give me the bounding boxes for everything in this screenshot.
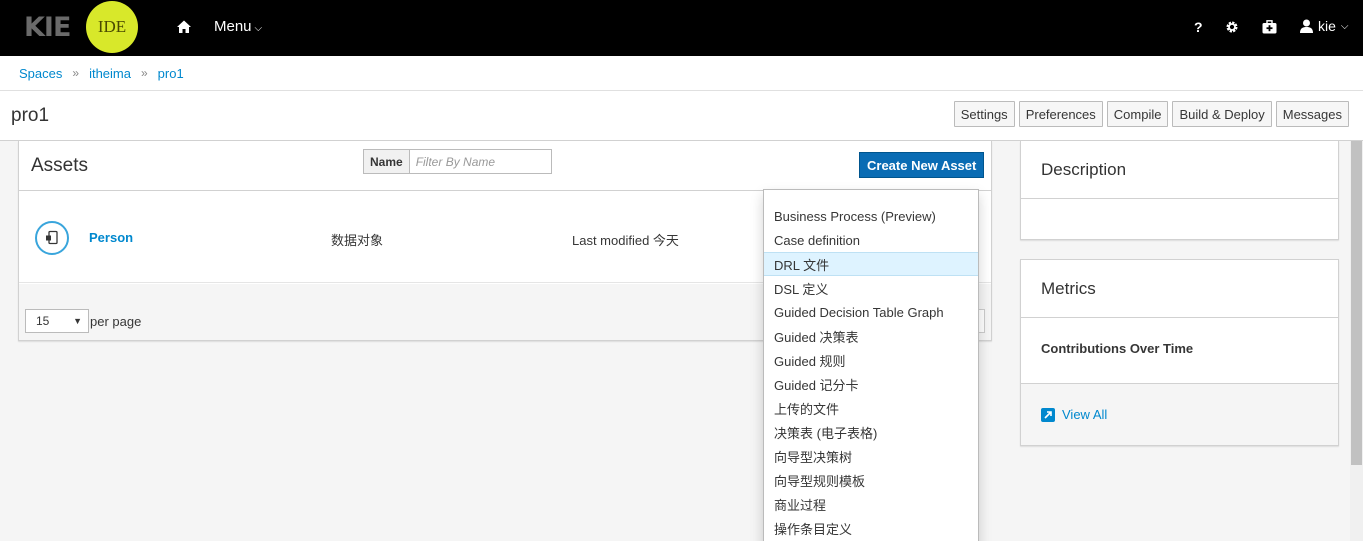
home-icon[interactable] xyxy=(176,19,192,35)
view-all-link[interactable]: View All xyxy=(1062,407,1107,422)
help-icon[interactable]: ? xyxy=(1194,19,1203,35)
page-size-value: 15 xyxy=(36,314,50,328)
menu-item-guided-decision-tree[interactable]: 向导型决策树 xyxy=(764,444,978,468)
filter-by-name-input[interactable] xyxy=(409,149,552,174)
chevron-down-icon: ⌵ xyxy=(1340,20,1349,32)
compile-button[interactable]: Compile xyxy=(1106,101,1169,127)
gear-icon[interactable] xyxy=(1225,20,1239,34)
page-scrollbar[interactable] xyxy=(1350,141,1363,541)
external-link-icon[interactable] xyxy=(1041,407,1055,422)
data-object-icon xyxy=(35,221,69,255)
page-size-select[interactable]: 15 ▼ xyxy=(25,309,89,333)
menu-item-business-process[interactable]: Business Process (Preview) xyxy=(764,204,978,228)
name-filter: Name xyxy=(363,149,552,174)
user-icon xyxy=(1300,19,1313,33)
preferences-button[interactable]: Preferences xyxy=(1018,101,1103,127)
main-menu-label: Menu xyxy=(214,18,252,35)
asset-last-modified: Last modified 今天 xyxy=(572,233,679,248)
asset-name-link[interactable]: Person xyxy=(89,230,133,245)
menu-item-guided-decision-table-graph[interactable]: Guided Decision Table Graph xyxy=(764,300,978,324)
breadcrumb-spaces[interactable]: Spaces xyxy=(19,66,62,81)
menu-item-guided-rule-template[interactable]: 向导型规则模板 xyxy=(764,468,978,492)
top-navbar: KIE IDE Menu ⌵ ? kie ⌵ xyxy=(0,0,1363,56)
kie-logo[interactable]: KIE xyxy=(24,12,71,43)
filter-label: Name xyxy=(363,149,410,174)
breadcrumb-separator: » xyxy=(72,66,80,80)
ide-logo-badge[interactable]: IDE xyxy=(86,1,138,53)
metrics-card: Metrics Contributions Over Time View All xyxy=(1020,259,1339,446)
medkit-icon[interactable] xyxy=(1262,20,1277,34)
page-title: pro1 xyxy=(11,105,50,126)
project-toolbar: Settings Preferences Compile Build & Dep… xyxy=(953,101,1349,127)
description-card: Description xyxy=(1020,141,1339,240)
breadcrumb-itheima[interactable]: itheima xyxy=(89,66,131,81)
assets-title: Assets xyxy=(31,155,89,176)
description-title: Description xyxy=(1021,141,1338,199)
menu-item-guided-scorecard[interactable]: Guided 记分卡 xyxy=(764,372,978,396)
menu-item-work-item-definition[interactable]: 操作条目定义 xyxy=(764,516,978,540)
menu-item-uploaded-file[interactable]: 上传的文件 xyxy=(764,396,978,420)
build-deploy-button[interactable]: Build & Deploy xyxy=(1172,101,1272,127)
user-menu-button[interactable]: kie ⌵ xyxy=(1300,18,1349,34)
menu-item-case-definition[interactable]: Case definition xyxy=(764,228,978,252)
chevron-down-icon: ⌵ xyxy=(254,23,263,34)
assets-header: Assets Name Create New Asset xyxy=(19,141,991,191)
menu-item-dsl-definition[interactable]: DSL 定义 xyxy=(764,276,978,300)
caret-down-icon: ▼ xyxy=(73,316,82,326)
menu-item-drl-file[interactable]: DRL 文件 xyxy=(764,252,978,276)
metrics-footer: View All xyxy=(1021,384,1338,445)
contributions-over-time-label: Contributions Over Time xyxy=(1021,318,1338,384)
asset-type: 数据对象 xyxy=(331,233,384,248)
menu-item-spreadsheet-decision-table[interactable]: 决策表 (电子表格) xyxy=(764,420,978,444)
main-menu-button[interactable]: Menu ⌵ xyxy=(214,18,262,35)
metrics-title: Metrics xyxy=(1021,260,1338,318)
create-new-asset-button[interactable]: Create New Asset xyxy=(859,152,985,178)
create-asset-dropdown: Business Process (Preview) Case definiti… xyxy=(763,189,979,541)
menu-item-guided-decision-table[interactable]: Guided 决策表 xyxy=(764,324,978,348)
menu-item-guided-rule[interactable]: Guided 规则 xyxy=(764,348,978,372)
per-page-label: per page xyxy=(90,314,142,329)
messages-button[interactable]: Messages xyxy=(1275,101,1349,127)
user-name: kie xyxy=(1318,18,1336,34)
breadcrumb-separator: » xyxy=(140,66,148,80)
breadcrumb: Spaces » itheima » pro1 xyxy=(0,56,1363,91)
project-title-bar: pro1 Settings Preferences Compile Build … xyxy=(0,91,1363,141)
breadcrumb-pro1[interactable]: pro1 xyxy=(158,66,184,81)
scrollbar-thumb[interactable] xyxy=(1351,141,1362,465)
menu-item-business-process-cn[interactable]: 商业过程 xyxy=(764,492,978,516)
settings-button[interactable]: Settings xyxy=(953,101,1015,127)
